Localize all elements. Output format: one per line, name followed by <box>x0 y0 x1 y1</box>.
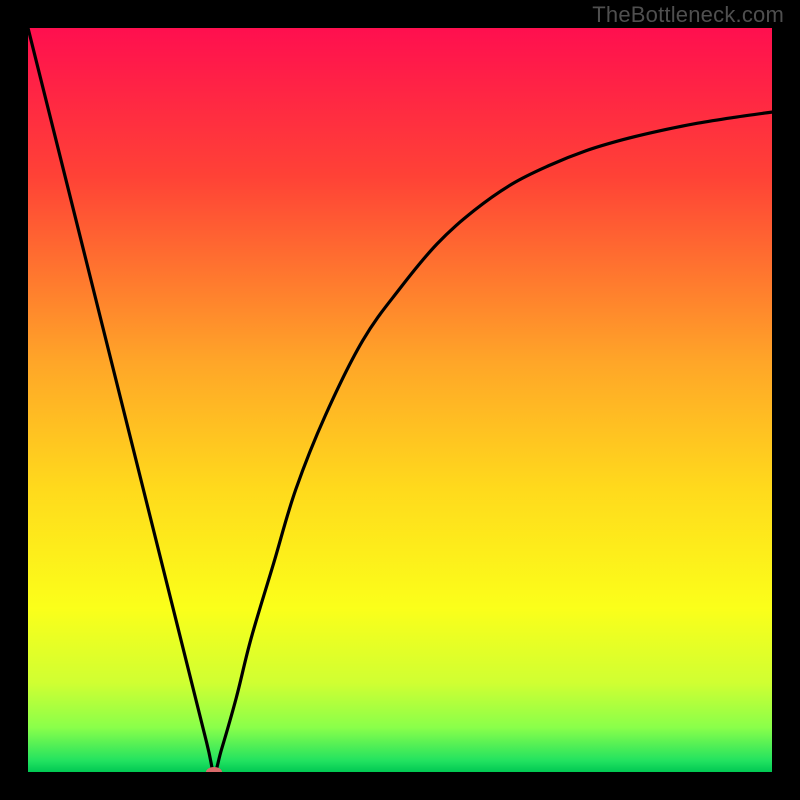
chart-svg <box>28 28 772 772</box>
bottleneck-chart <box>28 28 772 772</box>
chart-background <box>28 28 772 772</box>
watermark-text: TheBottleneck.com <box>592 2 784 28</box>
app-frame: TheBottleneck.com <box>0 0 800 800</box>
